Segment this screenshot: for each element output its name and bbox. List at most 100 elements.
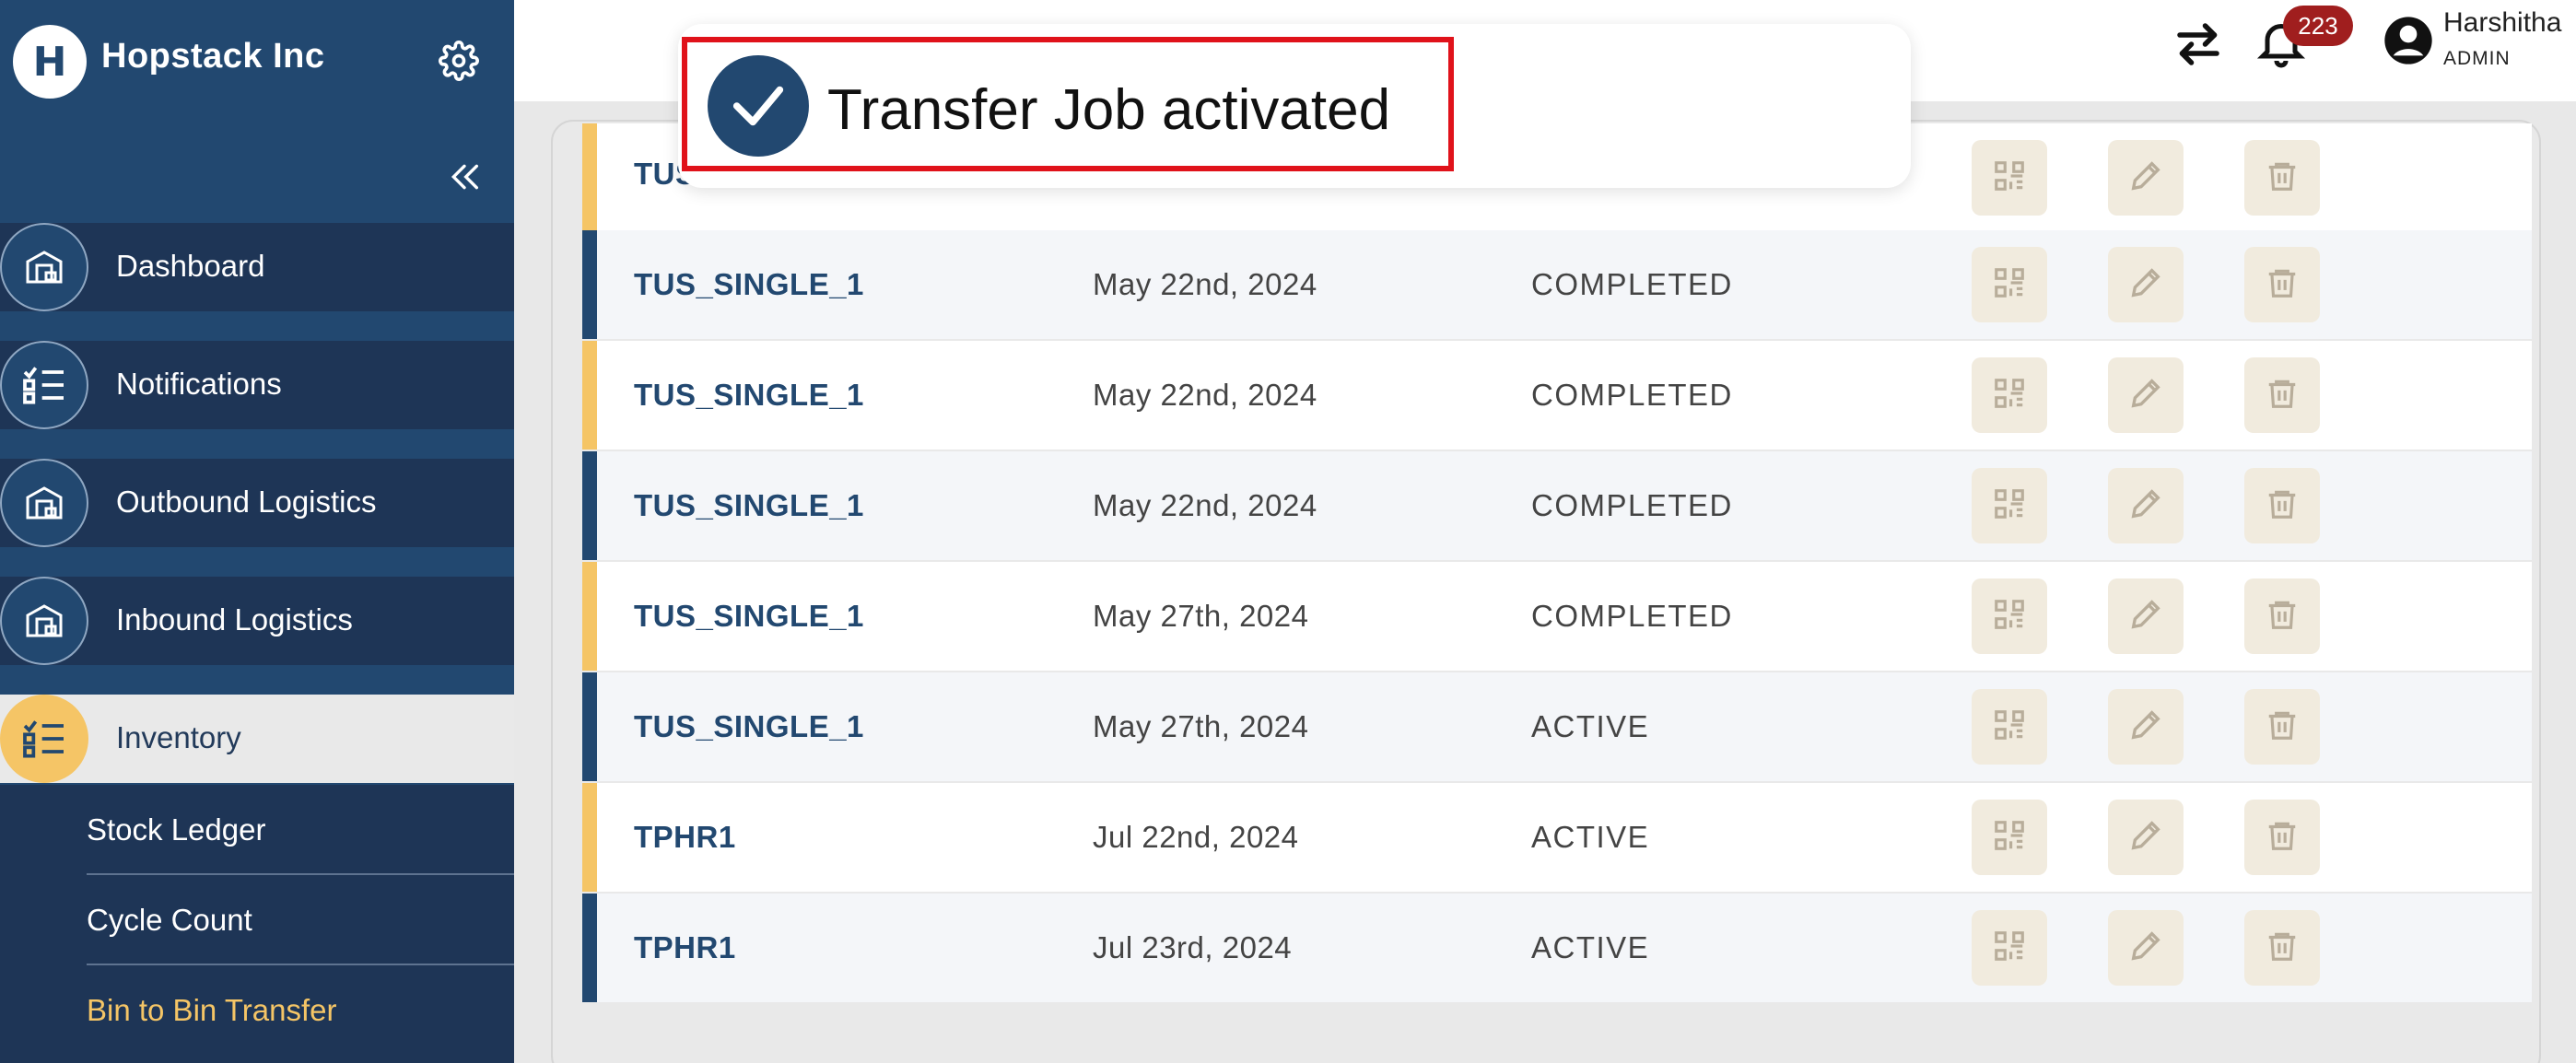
edit-button[interactable] bbox=[2108, 800, 2184, 875]
toast-message: Transfer Job activated bbox=[827, 78, 1391, 142]
delete-button[interactable] bbox=[2244, 689, 2320, 765]
swap-icon[interactable] bbox=[2171, 17, 2226, 72]
row-accent-bar bbox=[582, 341, 597, 450]
delete-button[interactable] bbox=[2244, 247, 2320, 322]
edit-button[interactable] bbox=[2108, 578, 2184, 654]
table-row[interactable]: TUS_SINGLE_1 May 27th, 2024 COMPLETED bbox=[582, 562, 2532, 671]
row-accent-bar bbox=[582, 783, 597, 892]
edit-button[interactable] bbox=[2108, 689, 2184, 765]
pencil-icon bbox=[2127, 264, 2164, 306]
trash-icon bbox=[2265, 818, 2300, 858]
pencil-icon bbox=[2127, 158, 2164, 199]
gear-icon[interactable] bbox=[439, 41, 479, 81]
table-row[interactable]: TPHR1 Jul 23rd, 2024 ACTIVE bbox=[582, 894, 2532, 1002]
qr-code-button[interactable] bbox=[1972, 578, 2047, 654]
delete-button[interactable] bbox=[2244, 468, 2320, 543]
qr-code-icon bbox=[1992, 486, 2027, 526]
pencil-icon bbox=[2127, 817, 2164, 859]
sidebar-item-inventory[interactable]: Inventory bbox=[0, 695, 514, 783]
submenu-item-bin-to-bin-transfer[interactable]: Bin to Bin Transfer bbox=[87, 965, 514, 1056]
row-name[interactable]: TUS_SINGLE_1 bbox=[634, 599, 864, 634]
table-row[interactable]: TUS_SINGLE_1 May 27th, 2024 ACTIVE bbox=[582, 672, 2532, 781]
user-avatar-icon[interactable] bbox=[2383, 15, 2434, 66]
trash-icon bbox=[2265, 376, 2300, 415]
row-name[interactable]: TPHR1 bbox=[634, 930, 736, 965]
sidebar: H Hopstack Inc Dashboard Notifications O… bbox=[0, 0, 514, 1063]
delete-button[interactable] bbox=[2244, 800, 2320, 875]
pencil-icon bbox=[2127, 596, 2164, 637]
qr-code-button[interactable] bbox=[1972, 357, 2047, 433]
row-date: Jul 23rd, 2024 bbox=[1093, 930, 1293, 964]
qr-code-icon bbox=[1992, 818, 2027, 858]
submenu-item-label: Stock Ledger bbox=[87, 812, 266, 847]
delete-button[interactable] bbox=[2244, 910, 2320, 986]
sidebar-item-notifications[interactable]: Notifications bbox=[0, 341, 514, 429]
row-accent-bar bbox=[582, 562, 597, 671]
trash-icon bbox=[2265, 486, 2300, 526]
checklist-icon bbox=[0, 695, 88, 783]
pencil-icon bbox=[2127, 707, 2164, 748]
edit-button[interactable] bbox=[2108, 140, 2184, 216]
qr-code-button[interactable] bbox=[1972, 140, 2047, 216]
sidebar-item-label: Notifications bbox=[116, 367, 282, 401]
row-date: May 22nd, 2024 bbox=[1093, 378, 1317, 412]
sidebar-item-inbound-logistics[interactable]: Inbound Logistics bbox=[0, 577, 514, 665]
brand-logo[interactable]: H bbox=[13, 25, 87, 99]
submenu-item-label: Cycle Count bbox=[87, 903, 252, 937]
row-name[interactable]: TUS_SINGLE_1 bbox=[634, 488, 864, 523]
delete-button[interactable] bbox=[2244, 357, 2320, 433]
table-row[interactable]: TUS_SINGLE_1 May 22nd, 2024 COMPLETED bbox=[582, 230, 2532, 339]
row-status: ACTIVE bbox=[1531, 709, 1650, 743]
qr-code-icon bbox=[1992, 265, 2027, 305]
table-row[interactable]: TPHR1 Jul 22nd, 2024 ACTIVE bbox=[582, 783, 2532, 892]
qr-code-button[interactable] bbox=[1972, 910, 2047, 986]
trash-icon bbox=[2265, 597, 2300, 637]
edit-button[interactable] bbox=[2108, 468, 2184, 543]
qr-code-icon bbox=[1992, 707, 2027, 747]
sidebar-item-dashboard[interactable]: Dashboard bbox=[0, 223, 514, 311]
brand-logo-letter: H bbox=[32, 38, 67, 86]
submenu-item-label: Bin to Bin Transfer bbox=[87, 993, 337, 1027]
warehouse-icon bbox=[0, 223, 88, 311]
warehouse-icon bbox=[0, 577, 88, 665]
user-role: ADMIN bbox=[2443, 48, 2511, 69]
row-accent-bar bbox=[582, 672, 597, 781]
row-name[interactable]: TUS_SINGLE_1 bbox=[634, 267, 864, 302]
inventory-submenu: Stock Ledger Cycle Count Bin to Bin Tran… bbox=[0, 785, 514, 1063]
row-status: COMPLETED bbox=[1531, 488, 1733, 522]
checklist-icon bbox=[0, 341, 88, 429]
user-name[interactable]: Harshitha bbox=[2443, 7, 2561, 39]
row-date: May 22nd, 2024 bbox=[1093, 267, 1317, 301]
brand-header: H Hopstack Inc bbox=[0, 0, 514, 125]
trash-icon bbox=[2265, 265, 2300, 305]
trash-icon bbox=[2265, 929, 2300, 968]
delete-button[interactable] bbox=[2244, 578, 2320, 654]
submenu-item-cycle-count[interactable]: Cycle Count bbox=[87, 875, 514, 965]
edit-button[interactable] bbox=[2108, 910, 2184, 986]
qr-code-button[interactable] bbox=[1972, 689, 2047, 765]
table-row[interactable]: TUS_SINGLE_1 May 22nd, 2024 COMPLETED bbox=[582, 341, 2532, 450]
row-date: May 27th, 2024 bbox=[1093, 709, 1309, 743]
delete-button[interactable] bbox=[2244, 140, 2320, 216]
qr-code-button[interactable] bbox=[1972, 468, 2047, 543]
edit-button[interactable] bbox=[2108, 357, 2184, 433]
table-row[interactable]: TUS_SINGLE_1 May 22nd, 2024 COMPLETED bbox=[582, 451, 2532, 560]
sidebar-item-label: Inbound Logistics bbox=[116, 602, 353, 637]
row-name[interactable]: TUS_SINGLE_1 bbox=[634, 378, 864, 413]
row-name[interactable]: TUS_SINGLE_1 bbox=[634, 709, 864, 744]
collapse-sidebar-icon[interactable] bbox=[446, 158, 483, 195]
toast-highlight-box: Transfer Job activated bbox=[682, 37, 1454, 171]
notification-count-badge[interactable]: 223 bbox=[2283, 6, 2353, 46]
row-accent-bar bbox=[582, 451, 597, 560]
row-date: May 27th, 2024 bbox=[1093, 599, 1309, 633]
brand-name: Hopstack Inc bbox=[101, 37, 325, 76]
qr-code-button[interactable] bbox=[1972, 247, 2047, 322]
qr-code-icon bbox=[1992, 929, 2027, 968]
edit-button[interactable] bbox=[2108, 247, 2184, 322]
sidebar-item-outbound-logistics[interactable]: Outbound Logistics bbox=[0, 459, 514, 547]
qr-code-button[interactable] bbox=[1972, 800, 2047, 875]
row-accent-bar bbox=[582, 230, 597, 339]
trash-icon bbox=[2265, 158, 2300, 198]
submenu-item-stock-ledger[interactable]: Stock Ledger bbox=[87, 785, 514, 875]
row-name[interactable]: TPHR1 bbox=[634, 820, 736, 855]
